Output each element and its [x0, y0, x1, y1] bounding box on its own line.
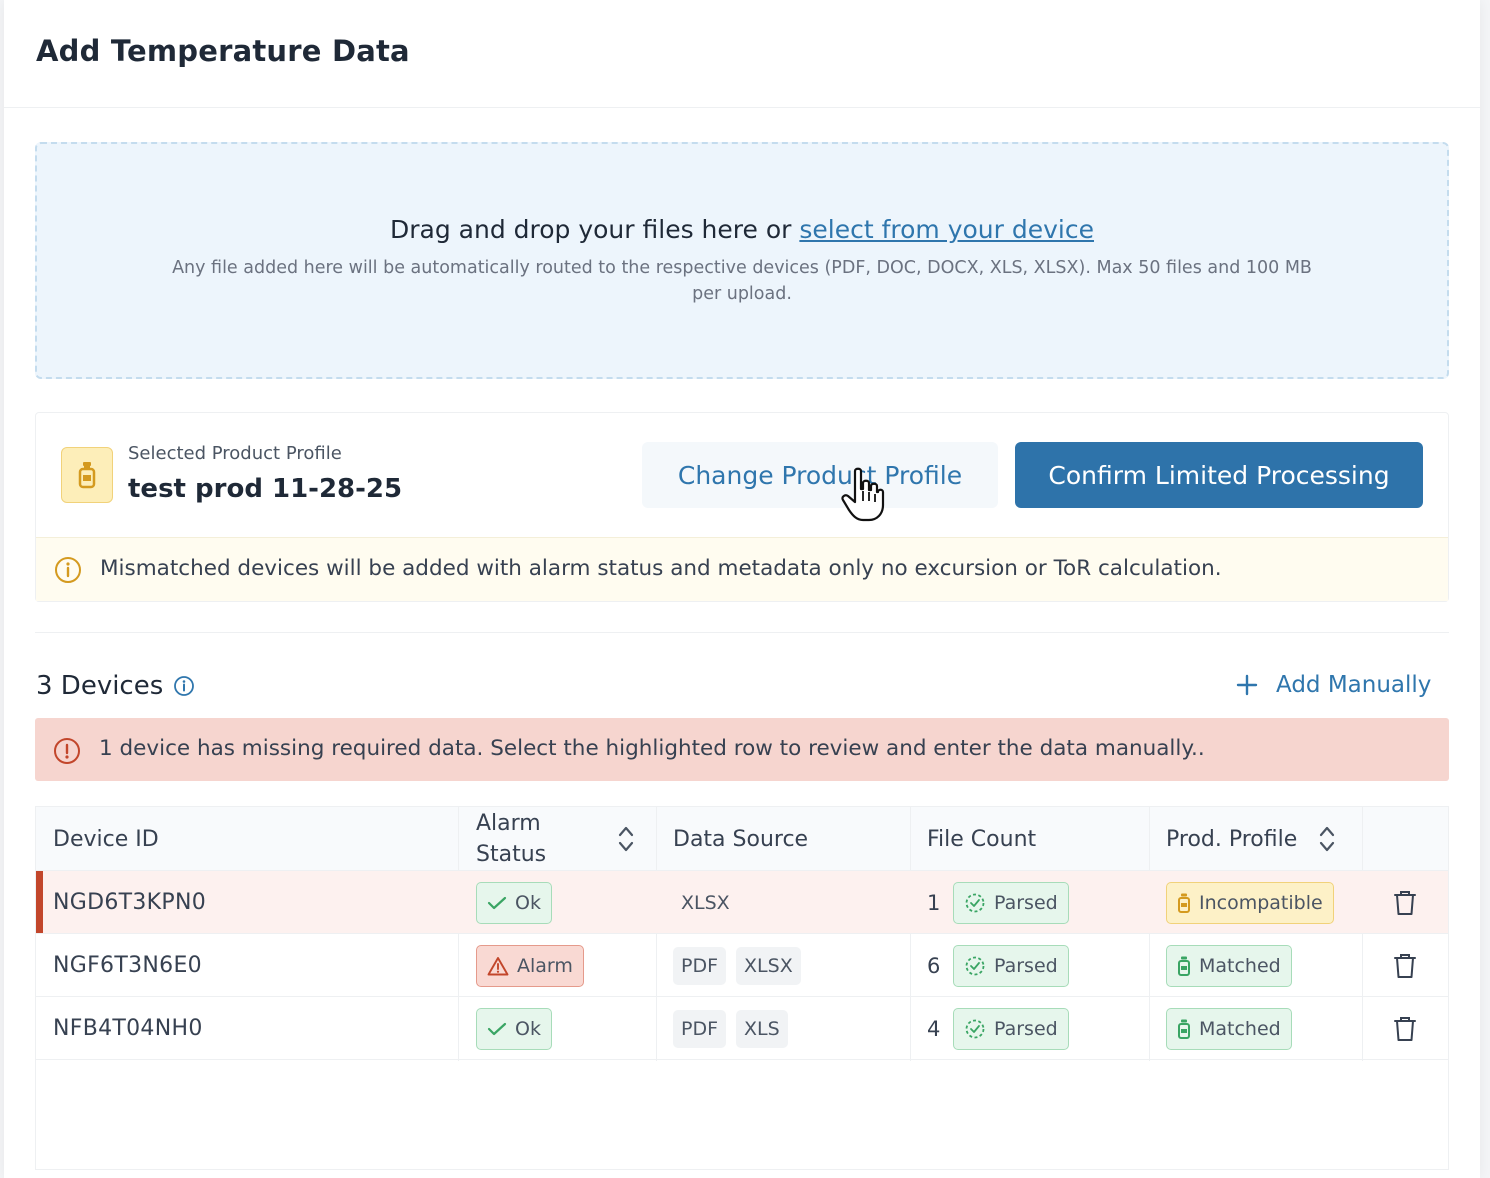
column-header-file-count: File Count — [927, 826, 1037, 852]
dashed-check-circle-icon — [965, 1019, 985, 1038]
alarm-status-badge: Ok — [476, 881, 552, 924]
info-circle-icon[interactable] — [173, 675, 195, 697]
devices-count-title: 3 Devices — [36, 671, 164, 701]
dropzone-title-prefix: Drag and drop your files here or — [389, 215, 800, 244]
parsed-badge: Parsed — [953, 881, 1069, 924]
file-dropzone[interactable]: Drag and drop your files here or select … — [35, 142, 1449, 379]
mismatch-notice-banner: Mismatched devices will be added with al… — [36, 537, 1448, 601]
dashed-check-circle-icon — [965, 893, 985, 912]
column-header-prod-profile-label: Prod. Profile — [1166, 826, 1298, 852]
selected-product-profile-value: test prod 11-28-25 — [128, 474, 403, 504]
file-count-value: 6 — [927, 953, 941, 978]
table-row-highlighted[interactable]: NGD6T3KPN0 Ok XLSX 1 Parsed Incompatible — [36, 871, 1448, 934]
column-header-prod-profile[interactable]: Prod. Profile — [1166, 807, 1335, 871]
prod-profile-badge: Incompatible — [1166, 881, 1334, 924]
add-manually-button[interactable]: Add Manually — [1236, 672, 1431, 698]
column-header-device-id: Device ID — [53, 826, 159, 852]
data-source-chip: XLS — [736, 1009, 788, 1048]
bottle-icon — [1178, 956, 1190, 976]
info-circle-icon — [55, 557, 81, 583]
trash-icon[interactable] — [1393, 1015, 1417, 1043]
column-header-data-source: Data Source — [673, 826, 809, 852]
device-id: NGF6T3N6E0 — [53, 953, 202, 978]
alarm-status-badge: Alarm — [476, 944, 584, 987]
confirm-limited-processing-button[interactable]: Confirm Limited Processing — [1015, 442, 1423, 508]
plus-icon — [1236, 674, 1258, 696]
missing-data-error-banner: 1 device has missing required data. Sele… — [35, 718, 1449, 781]
add-manually-label: Add Manually — [1276, 672, 1432, 698]
panel-header: Add Temperature Data — [4, 0, 1480, 108]
file-count-value: 4 — [927, 1016, 941, 1041]
table-row[interactable]: NFB4T04NH0 Ok PDF XLS 4 Parsed Matched — [36, 997, 1448, 1060]
data-source-chip: PDF — [673, 1009, 727, 1048]
alarm-status-label: Ok — [515, 1017, 541, 1040]
device-id: NGD6T3KPN0 — [53, 890, 207, 915]
column-header-alarm-status-line1: Alarm — [476, 811, 541, 836]
alarm-status-badge: Ok — [476, 1007, 552, 1050]
prod-profile-label: Incompatible — [1199, 891, 1323, 914]
warning-triangle-icon — [487, 956, 509, 975]
parsed-label: Parsed — [994, 1017, 1058, 1040]
file-count-value: 1 — [927, 890, 941, 915]
prod-profile-badge: Matched — [1166, 1007, 1292, 1050]
sort-icon[interactable] — [618, 825, 634, 853]
devices-heading: 3 Devices — [36, 671, 195, 701]
section-divider — [35, 632, 1449, 633]
alarm-status-label: Ok — [515, 891, 541, 914]
data-source-chip: XLSX — [736, 946, 801, 985]
page-title: Add Temperature Data — [36, 34, 410, 68]
bottle-icon — [1178, 1019, 1190, 1039]
devices-table: Device ID Alarm Status Data Source File … — [35, 806, 1449, 1170]
info-circle-icon — [54, 738, 80, 764]
dashed-check-circle-icon — [965, 956, 985, 975]
column-header-alarm-status-line2: Status — [476, 842, 547, 867]
missing-data-error-text: 1 device has missing required data. Sele… — [99, 736, 1205, 761]
parsed-badge: Parsed — [953, 1007, 1069, 1050]
parsed-label: Parsed — [994, 891, 1058, 914]
table-row[interactable]: NGF6T3N6E0 Alarm PDF XLSX 6 Parsed Match… — [36, 934, 1448, 997]
trash-icon[interactable] — [1393, 952, 1417, 980]
alarm-status-label: Alarm — [517, 954, 573, 977]
parsed-label: Parsed — [994, 954, 1058, 977]
dropzone-title: Drag and drop your files here or select … — [37, 215, 1447, 244]
select-from-device-link[interactable]: select from your device — [799, 215, 1094, 244]
add-temperature-data-panel: Add Temperature Data Drag and drop your … — [4, 0, 1480, 1178]
sort-icon[interactable] — [1319, 825, 1335, 853]
selected-product-profile-label: Selected Product Profile — [128, 443, 342, 464]
bottle-icon — [78, 462, 96, 489]
device-id: NFB4T04NH0 — [53, 1016, 203, 1041]
check-icon — [487, 1022, 507, 1035]
prod-profile-label: Matched — [1199, 954, 1281, 977]
data-source-chip: XLSX — [681, 891, 730, 914]
product-profile-card: Selected Product Profile test prod 11-28… — [35, 412, 1449, 602]
hand-pointer-icon — [841, 467, 885, 522]
column-header-alarm-status[interactable]: Alarm Status — [476, 807, 656, 871]
dropzone-subtitle: Any file added here will be automaticall… — [172, 258, 1312, 304]
parsed-badge: Parsed — [953, 944, 1069, 987]
prod-profile-badge: Matched — [1166, 944, 1292, 987]
trash-icon[interactable] — [1393, 889, 1417, 917]
bottle-icon — [1178, 893, 1190, 913]
table-header: Device ID Alarm Status Data Source File … — [36, 807, 1448, 871]
change-product-profile-button[interactable]: Change Product Profile — [642, 442, 998, 508]
product-profile-icon-box — [61, 447, 113, 503]
mismatch-notice-text: Mismatched devices will be added with al… — [100, 556, 1222, 581]
prod-profile-label: Matched — [1199, 1017, 1281, 1040]
check-icon — [487, 896, 507, 909]
data-source-chip: PDF — [673, 946, 727, 985]
